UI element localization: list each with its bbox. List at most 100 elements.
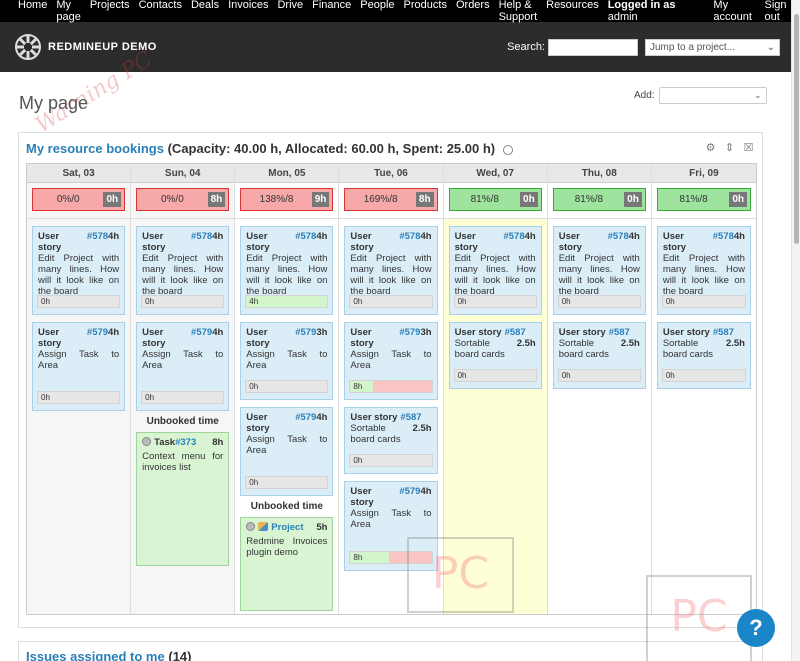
issue-link[interactable]: #578: [503, 231, 524, 253]
unbooked-task-card[interactable]: Task #373 8h Context menu for invoices lis…: [136, 432, 230, 566]
booking-card[interactable]: User story #578 4h Edit Project with many …: [448, 226, 542, 315]
chevron-down-icon: ⌄: [754, 90, 762, 100]
booking-card[interactable]: User story #578 4h Edit Project with many …: [552, 226, 646, 315]
card-type: User story: [558, 327, 606, 338]
spent-bar: 0h: [557, 295, 641, 308]
issue-link[interactable]: #578: [713, 231, 734, 253]
capacity-indicator: 81%/8 0h: [448, 188, 542, 211]
card-type: User story: [246, 327, 270, 349]
capacity-row: 81%/8 0h: [651, 183, 756, 219]
card-hours: 4h: [212, 327, 224, 338]
unbooked-time-label: Unbooked time: [250, 501, 323, 512]
menu-projects[interactable]: Projects: [90, 0, 130, 23]
menu-my-page[interactable]: My page: [56, 0, 80, 23]
booking-card[interactable]: User story #578 4h Edit Project with many …: [136, 226, 230, 315]
issue-link[interactable]: #578: [295, 231, 316, 253]
booking-card[interactable]: User story #587 Sortable board cards 2.5h …: [344, 407, 438, 474]
card-description: Edit Project with many lines. How will i…: [246, 253, 328, 297]
menu-orders[interactable]: Orders: [456, 0, 490, 23]
top-menu: Home My page Projects Contacts Deals Inv…: [0, 0, 800, 23]
chevron-down-icon: ⌄: [766, 41, 775, 53]
page-scrollbar[interactable]: [791, 0, 800, 661]
booking-card[interactable]: User story #579 4h Assign Task to Area 0h: [32, 322, 126, 411]
menu-home[interactable]: Home: [18, 0, 47, 23]
jump-to-project-select[interactable]: Jump to a project... ⌄: [645, 38, 780, 56]
project-link[interactable]: Project: [271, 522, 303, 533]
issue-link[interactable]: #587: [505, 327, 526, 338]
issue-link[interactable]: #578: [191, 231, 212, 253]
logged-in-label: Logged in as: [607, 0, 676, 11]
card-type: User story: [246, 231, 270, 253]
booking-card[interactable]: User story #579 3h Assign Task to Area 0h: [240, 322, 334, 400]
issue-link[interactable]: #587: [609, 327, 630, 338]
task-icon: [246, 522, 256, 531]
menu-contacts[interactable]: Contacts: [139, 0, 182, 23]
menu-resources[interactable]: Resources: [546, 0, 599, 23]
day-header: Fri, 09: [651, 164, 756, 183]
booking-card[interactable]: User story #587 Sortable board cards 2.5h …: [448, 322, 542, 389]
issue-link[interactable]: #579: [295, 327, 316, 349]
issue-link[interactable]: #579: [399, 486, 420, 508]
booking-card[interactable]: User story #578 4h Edit Project with many …: [344, 226, 438, 315]
capacity-indicator: 81%/8 0h: [552, 188, 646, 211]
booking-card[interactable]: User story #578 4h Edit Project with many …: [240, 226, 334, 315]
spent-bar: 0h: [245, 380, 329, 393]
menu-people[interactable]: People: [360, 0, 394, 23]
site-logo[interactable]: REDMINEUP DEMO: [14, 33, 157, 61]
day-column-mon: Mon, 05 138%/8 9h User story #578 4h Edit P…: [235, 164, 340, 614]
my-account-link[interactable]: My account: [713, 0, 754, 23]
card-hours: 2.5h: [516, 338, 536, 349]
issue-link[interactable]: #587: [400, 412, 421, 423]
issue-link[interactable]: #579: [87, 327, 108, 349]
menu-finance[interactable]: Finance: [312, 0, 351, 23]
booking-card[interactable]: User story #578 4h Edit Project with many …: [656, 226, 751, 315]
booking-card[interactable]: User story #579 4h Assign Task to Area 0h: [136, 322, 230, 411]
close-icon[interactable]: ☒: [743, 143, 754, 154]
booking-card[interactable]: User story #578 4h Edit Project with many …: [32, 226, 126, 315]
sign-out-link[interactable]: Sign out: [765, 0, 795, 23]
menu-help-support[interactable]: Help & Support: [499, 0, 538, 23]
spent-label: 0h: [561, 297, 571, 306]
issue-link[interactable]: #587: [713, 327, 734, 338]
card-hours: 4h: [420, 231, 432, 242]
search-input[interactable]: [548, 38, 638, 56]
day-column-thu: Thu, 08 81%/8 0h User story #578 4h Edit Pr…: [547, 164, 652, 614]
drag-handle-icon[interactable]: ⇕: [724, 143, 735, 154]
spent-label: 0h: [665, 371, 675, 380]
issues-assigned-widget: Issues assigned to me (14): [18, 641, 763, 661]
booking-card[interactable]: User story #587 Sortable board cards 2.5h …: [656, 322, 751, 389]
issue-link[interactable]: #579: [399, 327, 420, 349]
menu-products[interactable]: Products: [404, 0, 447, 23]
issues-assigned-link[interactable]: Issues assigned to me: [26, 649, 165, 661]
booking-card[interactable]: User story #579 4h Assign Task to Area 0h: [240, 407, 334, 496]
issue-link[interactable]: #578: [399, 231, 420, 253]
clock-icon[interactable]: [502, 144, 513, 155]
day-header: Tue, 06: [339, 164, 443, 183]
booking-card[interactable]: User story #579 4h Assign Task to Area 8h: [344, 481, 438, 571]
issue-link[interactable]: #579: [191, 327, 212, 349]
gear-icon[interactable]: ⚙: [705, 143, 716, 154]
issue-link[interactable]: #373: [175, 437, 196, 448]
spent-label: 0h: [41, 297, 50, 306]
unbooked-project-card[interactable]: Project 5h Redmine Invoices plugin demo: [240, 517, 334, 611]
help-button[interactable]: ?: [737, 609, 775, 647]
issue-link[interactable]: #578: [87, 231, 108, 253]
menu-deals[interactable]: Deals: [191, 0, 219, 23]
card-hours: 4h: [212, 231, 224, 242]
card-type: User story: [454, 231, 478, 253]
issue-link[interactable]: #578: [608, 231, 629, 253]
menu-invoices[interactable]: Invoices: [228, 0, 268, 23]
card-header: User story #587: [559, 327, 640, 338]
card-description-row: Sortable board cards 2.5h: [663, 338, 745, 360]
booking-card[interactable]: User story #579 3h Assign Task to Area 8h: [344, 322, 438, 400]
issue-link[interactable]: #579: [295, 412, 316, 434]
card-header: User story #578 4h: [663, 231, 745, 253]
menu-drive[interactable]: Drive: [277, 0, 303, 23]
booking-card[interactable]: User story #587 Sortable board cards 2.5h …: [552, 322, 646, 389]
scrollbar-thumb[interactable]: [794, 14, 799, 244]
top-menu-items: Home My page Projects Contacts Deals Inv…: [18, 0, 608, 23]
logged-in-user[interactable]: admin: [608, 11, 638, 23]
card-description: Assign Task to Area: [350, 508, 432, 530]
resource-bookings-link[interactable]: My resource bookings: [26, 141, 164, 156]
add-block-select[interactable]: ⌄: [658, 87, 767, 104]
